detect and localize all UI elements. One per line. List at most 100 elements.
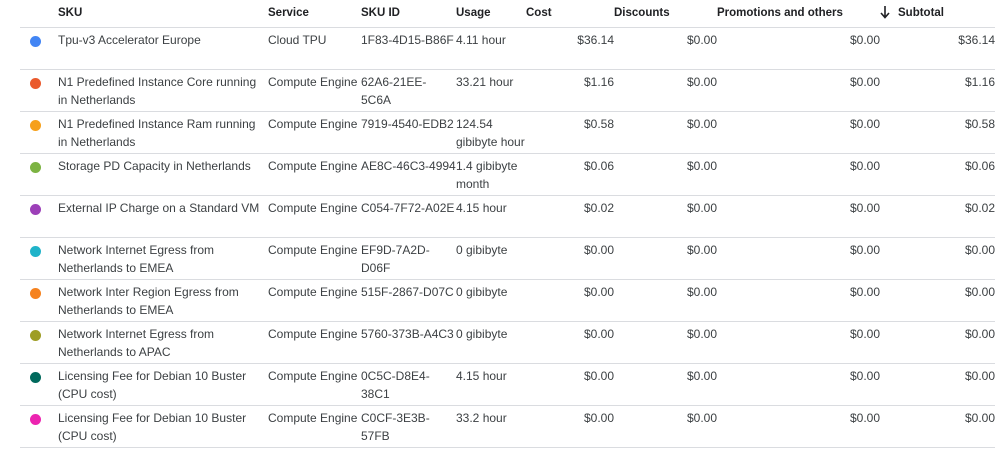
cell-sku: Network Internet Egress from Netherlands… — [58, 243, 215, 275]
header-usage[interactable]: Usage — [456, 0, 526, 28]
cell-promotions: $0.00 — [849, 159, 880, 173]
cell-usage: 124.54 gibibyte hour — [456, 117, 525, 149]
color-indicator-cell — [20, 112, 58, 154]
cell-promotions: $0.00 — [849, 117, 880, 131]
cell-subtotal: $0.00 — [964, 243, 995, 257]
cell-sku-id: 1F83-4D15-B86F — [361, 33, 454, 47]
cell-subtotal: $0.00 — [964, 411, 995, 425]
table-row[interactable]: Network Internet Egress from Netherlands… — [20, 322, 995, 364]
color-indicator-cell — [20, 28, 58, 70]
color-indicator-cell — [20, 238, 58, 280]
header-color-indicator — [20, 0, 58, 28]
cell-subtotal: $0.58 — [964, 117, 995, 131]
cell-usage: 4.15 hour — [456, 201, 507, 215]
cell-usage: 0 gibibyte — [456, 285, 508, 299]
cell-cost: $36.14 — [577, 33, 614, 47]
cell-sku: External IP Charge on a Standard VM — [58, 201, 260, 215]
cell-sku-id: EF9D-7A2D-D06F — [361, 243, 430, 275]
cell-service: Compute Engine — [268, 285, 358, 299]
cell-service: Compute Engine — [268, 159, 358, 173]
header-service[interactable]: Service — [268, 0, 361, 28]
cell-discounts: $0.00 — [686, 243, 717, 257]
cell-promotions: $0.00 — [849, 411, 880, 425]
cell-usage: 33.21 hour — [456, 75, 514, 89]
cell-usage: 4.15 hour — [456, 369, 507, 383]
cell-sku-id: 5760-373B-A4C3 — [361, 327, 454, 341]
cell-sku: Storage PD Capacity in Netherlands — [58, 159, 251, 173]
cell-discounts: $0.00 — [686, 75, 717, 89]
table-row[interactable]: Tpu-v3 Accelerator Europe Cloud TPU 1F83-4… — [20, 28, 995, 70]
header-sku-id[interactable]: SKU ID — [361, 0, 456, 28]
cell-cost: $0.06 — [583, 159, 614, 173]
series-color-dot — [30, 246, 41, 257]
cell-usage: 4.11 hour — [456, 33, 506, 47]
series-color-dot — [30, 162, 41, 173]
cell-sku: Tpu-v3 Accelerator Europe — [58, 33, 201, 47]
series-color-dot — [30, 120, 41, 131]
cell-sku: Network Internet Egress from Netherlands… — [58, 327, 215, 359]
cell-service: Compute Engine — [268, 201, 358, 215]
sku-cost-table: SKU Service SKU ID Usage Cost Discounts … — [20, 0, 995, 448]
cell-usage: 0 gibibyte — [456, 327, 508, 341]
color-indicator-cell — [20, 154, 58, 196]
cell-promotions: $0.00 — [849, 75, 880, 89]
cell-promotions: $0.00 — [849, 33, 880, 47]
series-color-dot — [30, 330, 41, 341]
cell-service: Compute Engine — [268, 369, 358, 383]
cell-subtotal: $1.16 — [964, 75, 995, 89]
cell-discounts: $0.00 — [686, 159, 717, 173]
cell-sku: N1 Predefined Instance Core running in N… — [58, 75, 257, 107]
cell-subtotal: $36.14 — [958, 33, 995, 47]
series-color-dot — [30, 414, 41, 425]
cell-sku-id: AE8C-46C3-4994 — [361, 159, 456, 173]
table-row[interactable]: N1 Predefined Instance Core running in N… — [20, 70, 995, 112]
header-promotions[interactable]: Promotions and others — [717, 0, 880, 28]
header-sku[interactable]: SKU — [58, 0, 268, 28]
table-row[interactable]: Licensing Fee for Debian 10 Buster (CPU … — [20, 406, 995, 448]
table-row[interactable]: Storage PD Capacity in Netherlands Comput… — [20, 154, 995, 196]
cell-service: Compute Engine — [268, 411, 358, 425]
color-indicator-cell — [20, 322, 58, 364]
cell-promotions: $0.00 — [849, 369, 880, 383]
cell-service: Cloud TPU — [268, 33, 327, 47]
series-color-dot — [30, 36, 41, 47]
cell-cost: $0.00 — [583, 411, 614, 425]
cell-promotions: $0.00 — [849, 201, 880, 215]
cell-service: Compute Engine — [268, 243, 358, 257]
cell-service: Compute Engine — [268, 327, 358, 341]
cell-discounts: $0.00 — [686, 369, 717, 383]
table-row[interactable]: Network Inter Region Egress from Netherl… — [20, 280, 995, 322]
cell-discounts: $0.00 — [686, 411, 717, 425]
header-cost[interactable]: Cost — [526, 0, 614, 28]
color-indicator-cell — [20, 364, 58, 406]
series-color-dot — [30, 78, 41, 89]
cell-usage: 0 gibibyte — [456, 243, 508, 257]
cell-promotions: $0.00 — [849, 243, 880, 257]
cell-cost: $0.58 — [583, 117, 614, 131]
header-subtotal[interactable]: Subtotal — [880, 0, 995, 28]
table-row[interactable]: N1 Predefined Instance Ram running in Ne… — [20, 112, 995, 154]
series-color-dot — [30, 204, 41, 215]
cell-subtotal: $0.02 — [964, 201, 995, 215]
header-discounts[interactable]: Discounts — [614, 0, 717, 28]
cell-sku-id: 62A6-21EE-5C6A — [361, 75, 427, 107]
color-indicator-cell — [20, 406, 58, 448]
table-header-row: SKU Service SKU ID Usage Cost Discounts … — [20, 0, 995, 28]
table-row[interactable]: External IP Charge on a Standard VM Compu… — [20, 196, 995, 238]
cell-cost: $0.02 — [583, 201, 614, 215]
cell-sku: Licensing Fee for Debian 10 Buster (CPU … — [58, 369, 247, 401]
series-color-dot — [30, 372, 41, 383]
cell-discounts: $0.00 — [686, 33, 717, 47]
cell-cost: $0.00 — [583, 369, 614, 383]
cell-sku: Network Inter Region Egress from Netherl… — [58, 285, 239, 317]
cell-usage: 33.2 hour — [456, 411, 507, 425]
cell-promotions: $0.00 — [849, 285, 880, 299]
cell-cost: $0.00 — [583, 243, 614, 257]
table-row[interactable]: Network Internet Egress from Netherlands… — [20, 238, 995, 280]
cell-cost: $0.00 — [583, 327, 614, 341]
cell-subtotal: $0.06 — [964, 159, 995, 173]
table-row[interactable]: Licensing Fee for Debian 10 Buster (CPU … — [20, 364, 995, 406]
arrow-down-icon[interactable] — [880, 6, 890, 19]
color-indicator-cell — [20, 280, 58, 322]
cell-discounts: $0.00 — [686, 117, 717, 131]
